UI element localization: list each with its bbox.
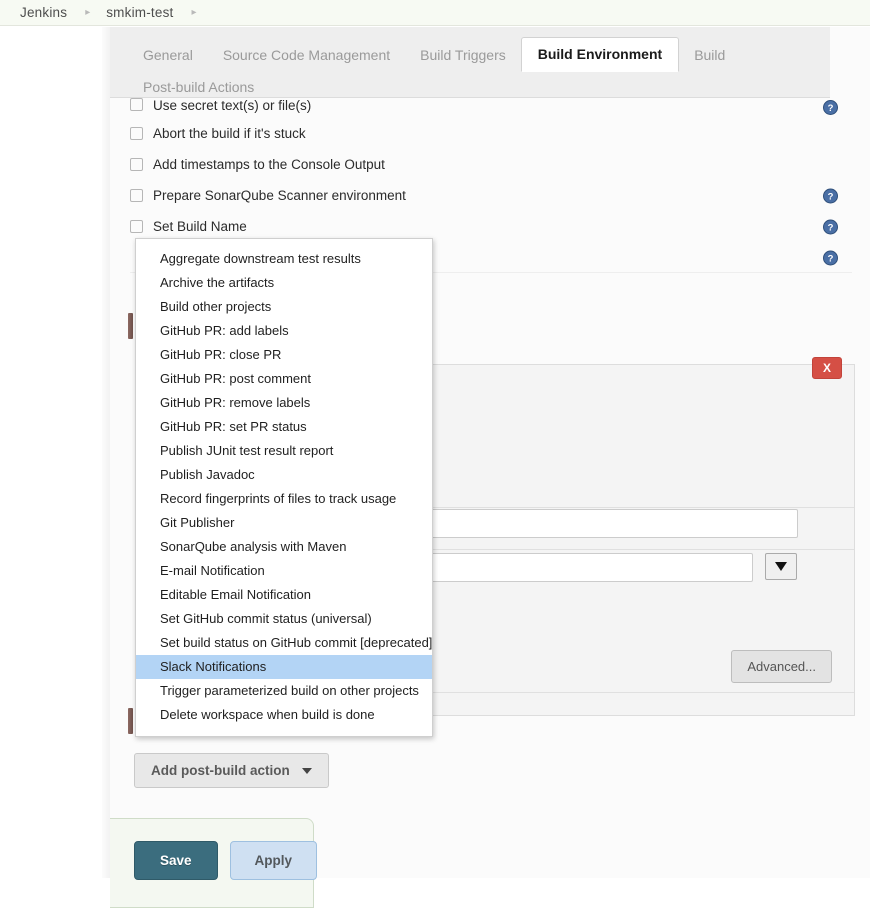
build-env-option-row-3[interactable]: Prepare SonarQube Scanner environment ? [110,180,870,211]
tab-build-triggers[interactable]: Build Triggers [405,39,521,71]
dropdown-item-7[interactable]: GitHub PR: set PR status [136,415,432,439]
dropdown-item-19[interactable]: Delete workspace when build is done [136,703,432,727]
help-icon[interactable]: ? [823,250,838,265]
help-icon[interactable]: ? [823,219,838,234]
save-button[interactable]: Save [134,841,218,880]
side-gutter [0,27,110,878]
svg-text:?: ? [828,253,834,264]
panel-divider-1 [421,507,854,508]
dropdown-item-6[interactable]: GitHub PR: remove labels [136,391,432,415]
section-marker-lower [128,708,133,734]
tab-build-environment[interactable]: Build Environment [520,37,680,72]
svg-text:?: ? [828,191,834,202]
panel-divider-3 [421,692,854,693]
side-gutter-shadow [102,27,110,878]
caret-down-icon [301,767,312,774]
combo-dropdown-button[interactable] [765,553,797,580]
save-apply-panel: Save Apply [110,818,318,908]
post-build-action-dropdown-menu[interactable]: Aggregate downstream test results Archive… [135,238,433,737]
checkbox-set-build-name[interactable] [130,220,143,233]
svg-text:?: ? [828,103,834,114]
build-env-option-label-4: Set Build Name [153,219,247,234]
build-env-option-label-2: Add timestamps to the Console Output [153,157,385,172]
help-icon[interactable]: ? [823,188,838,203]
tab-row-primary: General Source Code Management Build Tri… [110,35,830,72]
dropdown-item-10[interactable]: Record fingerprints of files to track us… [136,487,432,511]
breadcrumb-item-jenkins[interactable]: Jenkins [18,5,69,20]
postbuild-text-input-1[interactable] [421,509,798,538]
postbuild-action-panel: X ? ? ? ? [420,357,855,716]
checkbox-add-timestamps[interactable] [130,158,143,171]
tab-general[interactable]: General [128,39,208,71]
dropdown-item-15[interactable]: Set GitHub commit status (universal) [136,607,432,631]
dropdown-item-3[interactable]: GitHub PR: add labels [136,319,432,343]
dropdown-item-4[interactable]: GitHub PR: close PR [136,343,432,367]
svg-text:?: ? [828,222,834,233]
dropdown-item-8[interactable]: Publish JUnit test result report [136,439,432,463]
tab-post-build-actions[interactable]: Post-build Actions [128,77,269,96]
breadcrumb-item-smkim-test[interactable]: smkim-test [104,5,175,20]
advanced-button[interactable]: Advanced... [731,650,832,683]
build-env-option-label-1: Abort the build if it's stuck [153,126,306,141]
dropdown-item-0[interactable]: Aggregate downstream test results [136,247,432,271]
build-env-option-label-3: Prepare SonarQube Scanner environment [153,188,406,203]
build-env-option-label-0: Use secret text(s) or file(s) [153,98,312,113]
add-post-build-action-label: Add post-build action [151,763,290,778]
dropdown-item-18[interactable]: Trigger parameterized build on other pro… [136,679,432,703]
dropdown-item-13[interactable]: E-mail Notification [136,559,432,583]
tab-build[interactable]: Build [679,39,740,71]
caret-down-icon [775,562,787,571]
breadcrumb: Jenkins ▸ smkim-test ▸ [0,0,870,26]
build-env-option-row-2[interactable]: Add timestamps to the Console Output [110,149,870,180]
checkbox-abort-build-if-stuck[interactable] [130,127,143,140]
help-icon[interactable]: ? [823,100,838,115]
checkbox-use-secret-texts[interactable] [130,98,143,111]
dropdown-item-1[interactable]: Archive the artifacts [136,271,432,295]
postbuild-combo-input-1[interactable] [421,553,753,582]
dropdown-item-11[interactable]: Git Publisher [136,511,432,535]
tab-source-code-management[interactable]: Source Code Management [208,39,405,71]
build-env-option-row-0[interactable]: Use secret text(s) or file(s) ? [110,98,870,116]
build-env-option-row-1[interactable]: Abort the build if it's stuck [110,118,870,149]
dropdown-item-5[interactable]: GitHub PR: post comment [136,367,432,391]
dropdown-item-14[interactable]: Editable Email Notification [136,583,432,607]
add-post-build-action-button[interactable]: Add post-build action [134,753,329,788]
panel-divider-2 [421,549,854,550]
dropdown-item-16[interactable]: Set build status on GitHub commit [depre… [136,631,432,655]
breadcrumb-separator-icon-2: ▸ [191,6,197,18]
dropdown-item-12[interactable]: SonarQube analysis with Maven [136,535,432,559]
dropdown-item-2[interactable]: Build other projects [136,295,432,319]
section-marker-upper [128,313,133,339]
delete-postbuild-action-button[interactable]: X [812,357,842,379]
dropdown-item-9[interactable]: Publish Javadoc [136,463,432,487]
apply-button[interactable]: Apply [229,841,318,880]
dropdown-item-17[interactable]: Slack Notifications [136,655,432,679]
tab-row-secondary: Post-build Actions [110,71,830,101]
config-tab-bar: General Source Code Management Build Tri… [110,27,830,98]
breadcrumb-separator-icon: ▸ [85,6,91,18]
page-body: General Source Code Management Build Tri… [0,27,870,908]
checkbox-prepare-sonarqube-scanner[interactable] [130,189,143,202]
